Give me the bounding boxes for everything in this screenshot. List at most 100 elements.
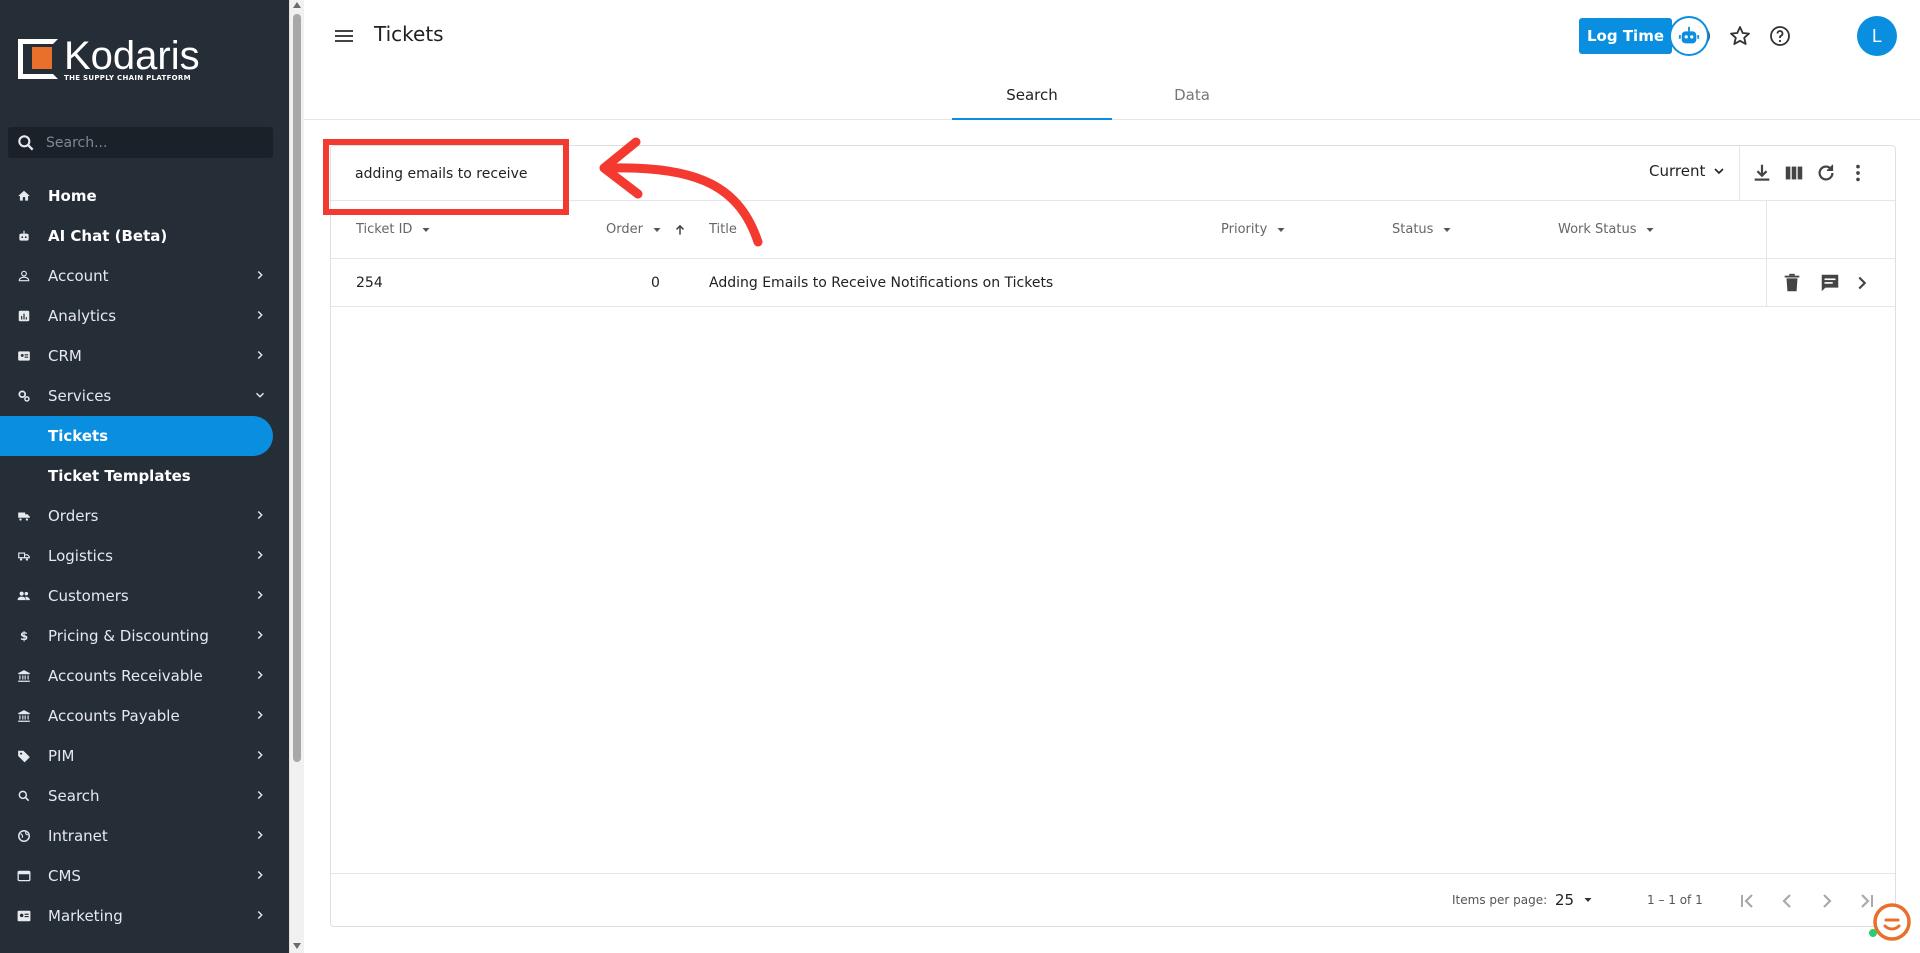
chevron-down-icon: [256, 392, 264, 398]
svg-text:$: $: [20, 629, 28, 643]
gears-icon: [16, 388, 32, 404]
sidebar-item-label: CRM: [48, 347, 82, 365]
previous-page-icon[interactable]: [1775, 889, 1799, 913]
sidebar-item-tickets[interactable]: Tickets: [0, 416, 273, 456]
help-icon[interactable]: [1768, 24, 1792, 48]
paginator: Items per page: 25 1 – 1 of 1: [331, 873, 1895, 927]
column-header-work-status[interactable]: Work Status: [1558, 222, 1656, 237]
sidebar-item-marketing[interactable]: Marketing: [0, 896, 289, 936]
items-per-page-label: Items per page:: [1452, 893, 1548, 907]
ai-assistant-button[interactable]: [1669, 16, 1709, 56]
sidebar-item-ai-chat[interactable]: AI Chat (Beta): [0, 216, 289, 256]
window-icon: [16, 868, 32, 884]
kodaris-logo[interactable]: Kodaris THE SUPPLY CHAIN PLATFORM: [18, 36, 200, 82]
tickets-table-card: Current Ticket ID Order Title Priority S…: [330, 145, 1896, 927]
sort-dropdown-icon: [1277, 227, 1285, 232]
scroll-down-arrow-icon[interactable]: [293, 943, 301, 949]
column-label: Status: [1392, 222, 1434, 237]
columns-icon[interactable]: [1783, 162, 1805, 184]
sidebar-search-input[interactable]: [46, 134, 246, 151]
tab-data[interactable]: Data: [1112, 76, 1272, 120]
view-selector[interactable]: Current: [1649, 162, 1727, 180]
sidebar-item-cms[interactable]: CMS: [0, 856, 289, 896]
table-row[interactable]: 254 0 Adding Emails to Receive Notificat…: [331, 259, 1895, 307]
sidebar-item-pim[interactable]: PIM: [0, 736, 289, 776]
sidebar-item-analytics[interactable]: Analytics: [0, 296, 289, 336]
hamburger-menu-icon[interactable]: [332, 24, 356, 48]
log-time-button[interactable]: Log Time: [1579, 18, 1672, 54]
dollar-icon: $: [16, 628, 32, 644]
annotation-arrow-icon: [599, 137, 763, 247]
comment-icon[interactable]: [1819, 272, 1841, 294]
page-size-select[interactable]: 25: [1555, 891, 1594, 909]
chevron-right-icon: [257, 711, 263, 719]
sidebar-item-customers[interactable]: Customers: [0, 576, 289, 616]
page-range-label: 1 – 1 of 1: [1647, 893, 1703, 907]
sidebar-nav: Home AI Chat (Beta) Account Analytics CR…: [0, 176, 289, 936]
refresh-icon[interactable]: [1815, 162, 1837, 184]
sidebar-item-label: Customers: [48, 587, 129, 605]
sidebar-item-label: CMS: [48, 867, 81, 885]
sidebar-item-crm[interactable]: CRM: [0, 336, 289, 376]
column-header-status[interactable]: Status: [1392, 222, 1453, 237]
tab-search[interactable]: Search: [952, 76, 1112, 120]
sidebar-item-account[interactable]: Account: [0, 256, 289, 296]
download-icon[interactable]: [1751, 162, 1773, 184]
sidebar: Kodaris THE SUPPLY CHAIN PLATFORM Home A…: [0, 0, 289, 953]
sidebar-item-search[interactable]: Search: [0, 776, 289, 816]
analytics-icon: [16, 308, 32, 324]
chevron-right-icon: [257, 511, 263, 519]
delete-icon[interactable]: [1781, 272, 1803, 294]
sidebar-item-accounts-payable[interactable]: Accounts Payable: [0, 696, 289, 736]
column-label: Priority: [1221, 222, 1268, 237]
sidebar-item-ticket-templates[interactable]: Ticket Templates: [0, 456, 289, 496]
chevron-right-icon[interactable]: [1851, 272, 1873, 294]
globe-icon: [16, 828, 32, 844]
tab-bar: Search Data: [952, 76, 1272, 120]
actions-column-divider: [1766, 201, 1767, 259]
chevron-right-icon: [257, 911, 263, 919]
scroll-up-arrow-icon[interactable]: [293, 2, 301, 8]
sidebar-item-label: Logistics: [48, 547, 113, 565]
annotation-highlight-box: [323, 139, 569, 215]
sidebar-item-services[interactable]: Services: [0, 376, 289, 416]
chevron-right-icon: [257, 871, 263, 879]
chevron-right-icon: [257, 631, 263, 639]
chevron-down-icon: [1714, 168, 1724, 175]
next-page-icon[interactable]: [1815, 889, 1839, 913]
robot-icon: [16, 228, 32, 244]
first-page-icon[interactable]: [1735, 889, 1759, 913]
sidebar-item-logistics[interactable]: Logistics: [0, 536, 289, 576]
sidebar-scrollbar[interactable]: [289, 0, 304, 953]
sidebar-search: [8, 127, 273, 158]
sort-dropdown-icon: [422, 227, 430, 232]
scrollbar-thumb[interactable]: [293, 14, 301, 762]
sidebar-item-label: Marketing: [48, 907, 123, 925]
sidebar-item-pricing[interactable]: $ Pricing & Discounting: [0, 616, 289, 656]
sort-dropdown-icon: [1443, 227, 1451, 232]
user-avatar[interactable]: L: [1857, 16, 1897, 56]
robot-icon: [1678, 26, 1700, 44]
sidebar-item-home[interactable]: Home: [0, 176, 289, 216]
sidebar-item-label: Search: [48, 787, 100, 805]
actions-column-divider: [1766, 259, 1767, 307]
brand-tagline: THE SUPPLY CHAIN PLATFORM: [64, 74, 191, 82]
sidebar-item-intranet[interactable]: Intranet: [0, 816, 289, 856]
sidebar-item-label: AI Chat (Beta): [48, 227, 168, 245]
sidebar-item-label: Accounts Receivable: [48, 667, 203, 685]
chevron-right-icon: [257, 751, 263, 759]
column-header-priority[interactable]: Priority: [1221, 222, 1287, 237]
sidebar-item-label: Intranet: [48, 827, 108, 845]
brand-name: Kodaris: [64, 34, 200, 78]
support-chat-icon[interactable]: [1868, 900, 1912, 944]
cell-ticket-id: 254: [356, 275, 383, 291]
chevron-right-icon: [257, 551, 263, 559]
sidebar-item-orders[interactable]: Orders: [0, 496, 289, 536]
page-size-value: 25: [1555, 891, 1575, 909]
star-icon[interactable]: [1728, 24, 1752, 48]
shipping-icon: [16, 548, 32, 564]
sidebar-item-label: Account: [48, 267, 109, 285]
column-header-ticket-id[interactable]: Ticket ID: [356, 222, 432, 237]
sidebar-item-accounts-receivable[interactable]: Accounts Receivable: [0, 656, 289, 696]
more-vert-icon[interactable]: [1847, 162, 1869, 184]
